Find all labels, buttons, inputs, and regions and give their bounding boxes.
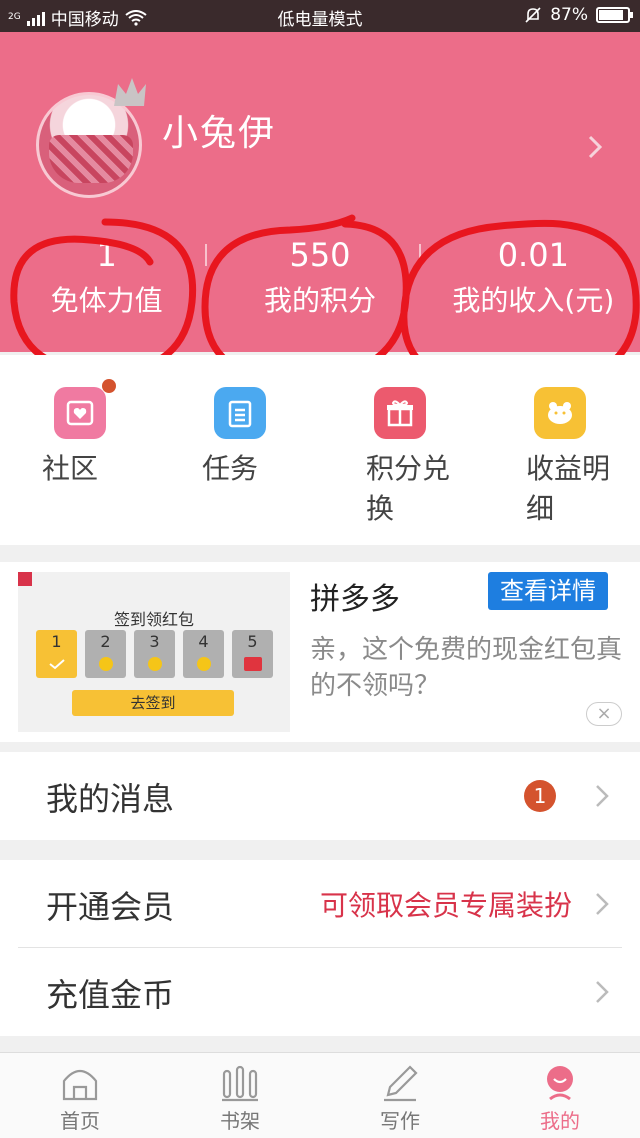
profile-icon <box>547 1066 573 1101</box>
unread-badge: 1 <box>524 780 556 812</box>
quick-action-earnings[interactable]: 收益明细 <box>480 355 640 545</box>
bottom-tab-bar: 首页 书架 写作 我的 <box>0 1052 640 1138</box>
checkin-day: 1 <box>36 630 77 678</box>
ad-image[interactable]: 签到领红包 1 2 3 4 5 去签到 <box>18 572 290 732</box>
tab-label: 我的 <box>540 1109 580 1133</box>
stat-divider <box>205 244 208 266</box>
menu-row-messages[interactable]: 我的消息 1 <box>0 752 640 840</box>
checkin-days: 1 2 3 4 5 <box>36 630 273 678</box>
notification-dot <box>102 379 116 393</box>
tab-home[interactable]: 首页 <box>0 1053 160 1138</box>
bookshelf-icon <box>222 1065 258 1102</box>
quick-action-points-exchange[interactable]: 积分兑换 <box>320 355 480 545</box>
menu-row-label: 充值金币 <box>46 976 175 1014</box>
checkin-day: 4 <box>183 630 224 678</box>
tab-label: 写作 <box>380 1109 420 1133</box>
chevron-right-icon <box>596 981 609 1003</box>
view-details-button[interactable]: 查看详情 <box>488 572 608 610</box>
quick-action-community[interactable]: 社区 <box>0 355 160 545</box>
crown-icon <box>114 78 146 106</box>
stat-label: 免体力值 <box>50 284 163 317</box>
stat-stamina[interactable]: 1 免体力值 <box>0 232 213 332</box>
menu-row-recharge[interactable]: 充值金币 <box>0 948 640 1036</box>
check-icon <box>48 659 65 670</box>
status-bar: 2G 中国移动 低电量模式 87% <box>0 0 640 32</box>
vip-hint: 可领取会员专属装扮 <box>319 889 572 922</box>
chevron-right-icon[interactable] <box>580 132 610 162</box>
menu-row-vip[interactable]: 开通会员 可领取会员专属装扮 <box>0 860 640 948</box>
piggy-icon <box>534 387 586 439</box>
quick-action-label: 收益明细 <box>526 452 611 525</box>
stat-points[interactable]: 550 我的积分 <box>205 232 426 332</box>
battery-percent: 87% <box>550 5 588 25</box>
tab-label: 首页 <box>60 1109 100 1133</box>
ad-logo-icon <box>18 572 32 586</box>
battery-level-fill <box>599 10 624 20</box>
chevron-right-icon <box>596 893 609 915</box>
quick-action-label: 社区 <box>41 452 98 485</box>
tab-label: 书架 <box>220 1109 260 1133</box>
coin-icon <box>98 657 113 671</box>
ad-description: 亲，这个免费的现金红包真的不领吗？ <box>310 635 623 701</box>
checkin-day: 3 <box>134 630 175 678</box>
tab-mine[interactable]: 我的 <box>480 1053 640 1138</box>
quick-action-label: 任务 <box>201 452 258 485</box>
checkin-day: 5 <box>232 630 273 678</box>
quick-action-tasks[interactable]: 任务 <box>160 355 320 545</box>
username: 小兔伊 <box>162 113 277 154</box>
stat-value: 550 <box>289 236 351 274</box>
stat-income[interactable]: 0.01 我的收入(元) <box>418 232 640 332</box>
ad-title: 拼多多 <box>310 582 400 617</box>
stat-divider <box>418 244 421 266</box>
stat-label: 我的收入(元) <box>452 284 615 317</box>
stat-value: 1 <box>96 236 117 274</box>
pencil-icon <box>384 1065 418 1102</box>
coin-icon <box>147 657 162 671</box>
close-ad-icon[interactable]: × <box>586 702 622 726</box>
quick-actions: 社区 任务 积分兑换 收益明细 <box>0 355 640 545</box>
quick-action-label: 积分兑换 <box>366 452 451 525</box>
tab-bookshelf[interactable]: 书架 <box>160 1053 320 1138</box>
coin-icon <box>196 657 211 671</box>
menu-row-label: 开通会员 <box>46 888 175 926</box>
menu-row-label: 我的消息 <box>46 780 175 818</box>
profile-header[interactable]: 小兔伊 1 免体力值 550 我的积分 0.01 我的收入(元) <box>0 32 640 394</box>
mute-bell-icon <box>525 7 541 23</box>
tab-write[interactable]: 写作 <box>320 1053 480 1138</box>
stat-label: 我的积分 <box>263 284 376 317</box>
stats-bar: 1 免体力值 550 我的积分 0.01 我的收入(元) <box>0 232 640 332</box>
battery-icon <box>596 7 633 23</box>
home-icon <box>62 1069 98 1101</box>
chevron-right-icon <box>596 785 609 807</box>
stat-value: 0.01 <box>497 236 569 274</box>
task-icon <box>214 387 266 439</box>
ad-card[interactable]: 签到领红包 1 2 3 4 5 去签到 拼多多 查看详情 亲，这个免费的现金红包… <box>0 562 640 742</box>
community-icon <box>54 379 116 439</box>
go-checkin-button[interactable]: 去签到 <box>72 690 234 716</box>
gift-icon <box>374 387 426 439</box>
ad-image-title: 签到领红包 <box>113 610 194 629</box>
red-envelope-icon <box>243 657 262 671</box>
checkin-day: 2 <box>85 630 126 678</box>
